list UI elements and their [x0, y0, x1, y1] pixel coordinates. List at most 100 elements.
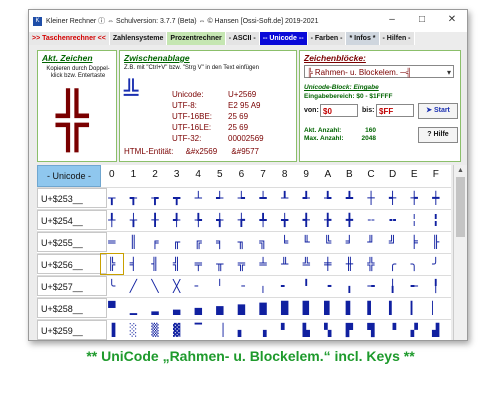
glyph-cell[interactable]: ╟ [425, 232, 447, 252]
glyph-cell[interactable]: ╺ [317, 276, 339, 296]
glyph-cell[interactable]: ┲ [144, 188, 166, 208]
glyph-cell[interactable]: ▏ [425, 298, 447, 318]
glyph-cell[interactable]: ╛ [339, 232, 361, 252]
glyph-cell[interactable]: ╱ [123, 276, 145, 296]
glyph-cell[interactable]: ╻ [339, 276, 361, 296]
menu-taschenrechner[interactable]: >> Taschenrechner << [29, 32, 110, 45]
glyph-cell[interactable]: ┼ [360, 188, 382, 208]
glyph-cell[interactable]: ┹ [295, 188, 317, 208]
glyph-cell[interactable]: ┽ [382, 188, 404, 208]
glyph-cell[interactable]: ▌ [360, 298, 382, 318]
glyph-cell[interactable]: ╇ [252, 210, 274, 230]
glyph-cell[interactable]: ▘ [274, 320, 296, 340]
glyph-cell[interactable]: ░ [123, 320, 145, 340]
glyph-cell[interactable]: ╌ [360, 210, 382, 230]
glyph-cell[interactable]: ╋ [339, 210, 361, 230]
glyph-cell[interactable]: ╙ [295, 232, 317, 252]
table-scrollbar[interactable]: ▲ [453, 165, 467, 340]
glyph-cell[interactable]: ╤ [187, 254, 209, 274]
glyph-cell[interactable]: ╿ [425, 276, 447, 296]
glyph-cell[interactable]: ▅ [209, 298, 231, 318]
start-button[interactable]: ➤ Start [418, 103, 458, 119]
glyph-cell[interactable]: ╣ [166, 254, 188, 274]
glyph-cell[interactable]: ╾ [403, 276, 425, 296]
glyph-cell[interactable]: ╊ [317, 210, 339, 230]
glyph-cell[interactable]: ▍ [382, 298, 404, 318]
glyph-cell[interactable]: ╳ [166, 276, 188, 296]
glyph-cell[interactable]: ╖ [231, 232, 253, 252]
glyph-cell[interactable]: ╎ [403, 210, 425, 230]
scroll-up-icon[interactable]: ▲ [457, 167, 464, 174]
menu-hilfen[interactable]: - Hilfen - [379, 32, 415, 45]
glyph-cell[interactable]: ▗ [252, 320, 274, 340]
menu-zahlensysteme[interactable]: Zahlensysteme [109, 32, 168, 45]
glyph-cell[interactable]: ▔ [187, 320, 209, 340]
menu-prozentrechner[interactable]: Prozentrechner [167, 32, 226, 45]
glyph-cell[interactable]: ╭ [382, 254, 404, 274]
bis-input[interactable]: $FF [376, 104, 414, 117]
glyph-cell[interactable]: ┺ [317, 188, 339, 208]
glyph-cell[interactable]: ╂ [144, 210, 166, 230]
glyph-cell[interactable]: ╘ [274, 232, 296, 252]
glyph-cell[interactable]: ▉ [295, 298, 317, 318]
close-icon[interactable]: ✕ [437, 10, 467, 32]
glyph-cell[interactable]: ╚ [317, 232, 339, 252]
glyph-cell[interactable]: ╮ [403, 254, 425, 274]
menu-ascii[interactable]: - ASCII - [225, 32, 260, 45]
glyph-cell[interactable]: ┸ [274, 188, 296, 208]
glyph-cell[interactable]: ▚ [317, 320, 339, 340]
glyph-cell[interactable]: ╥ [209, 254, 231, 274]
glyph-cell[interactable]: ╧ [252, 254, 274, 274]
glyph-cell[interactable]: ╉ [295, 210, 317, 230]
glyph-cell[interactable]: ▞ [403, 320, 425, 340]
block-select[interactable]: ╠ Rahmen- u. Blockelem. ─╣ ▾ [304, 65, 454, 78]
glyph-cell[interactable]: ▀ [101, 298, 123, 318]
glyph-cell[interactable]: ▎ [403, 298, 425, 318]
glyph-cell[interactable]: ▋ [339, 298, 361, 318]
glyph-cell[interactable]: ▙ [295, 320, 317, 340]
glyph-cell[interactable]: ▃ [166, 298, 188, 318]
glyph-cell[interactable]: ╍ [382, 210, 404, 230]
glyph-cell[interactable]: ┿ [425, 188, 447, 208]
von-input[interactable]: $0 [320, 104, 358, 117]
glyph-cell[interactable]: ╜ [360, 232, 382, 252]
glyph-cell[interactable]: ╢ [144, 254, 166, 274]
glyph-cell[interactable]: ╦ [231, 254, 253, 274]
glyph-cell[interactable]: ╄ [187, 210, 209, 230]
glyph-cell[interactable]: ╕ [209, 232, 231, 252]
glyph-cell[interactable]: ╬ [360, 254, 382, 274]
glyph-cell[interactable]: ╽ [382, 276, 404, 296]
glyph-cell[interactable]: ▐ [101, 320, 123, 340]
glyph-cell[interactable]: ╒ [144, 232, 166, 252]
glyph-cell[interactable]: ╯ [425, 254, 447, 274]
glyph-cell[interactable]: ╰ [101, 276, 123, 296]
glyph-cell[interactable]: ╆ [231, 210, 253, 230]
glyph-cell[interactable]: ╸ [274, 276, 296, 296]
glyph-cell[interactable]: ╝ [382, 232, 404, 252]
glyph-cell[interactable]: ╡ [123, 254, 145, 274]
glyph-cell[interactable]: ▖ [231, 320, 253, 340]
glyph-cell[interactable]: ╠ [100, 253, 124, 275]
menu-unicode[interactable]: -- Unicode -- [259, 32, 308, 45]
glyph-cell[interactable]: ▝ [382, 320, 404, 340]
glyph-cell[interactable]: ▛ [339, 320, 361, 340]
glyph-cell[interactable]: ╪ [317, 254, 339, 274]
glyph-cell[interactable]: ┳ [166, 188, 188, 208]
glyph-cell[interactable]: ┻ [339, 188, 361, 208]
glyph-cell[interactable]: ▓ [166, 320, 188, 340]
scroll-thumb[interactable] [456, 177, 465, 237]
glyph-cell[interactable]: ┾ [403, 188, 425, 208]
glyph-cell[interactable]: ╹ [295, 276, 317, 296]
glyph-cell[interactable]: ╀ [101, 210, 123, 230]
glyph-cell[interactable]: ╏ [425, 210, 447, 230]
glyph-cell[interactable]: ╃ [166, 210, 188, 230]
glyph-cell[interactable]: ▆ [231, 298, 253, 318]
maximize-icon[interactable]: □ [407, 10, 437, 32]
glyph-cell[interactable]: ╁ [123, 210, 145, 230]
glyph-cell[interactable]: ╗ [252, 232, 274, 252]
glyph-cell[interactable]: ═ [101, 232, 123, 252]
chevron-down-icon[interactable]: ▾ [447, 66, 451, 79]
glyph-cell[interactable]: ┷ [252, 188, 274, 208]
glyph-cell[interactable]: ▕ [209, 320, 231, 340]
glyph-cell[interactable]: ╈ [274, 210, 296, 230]
